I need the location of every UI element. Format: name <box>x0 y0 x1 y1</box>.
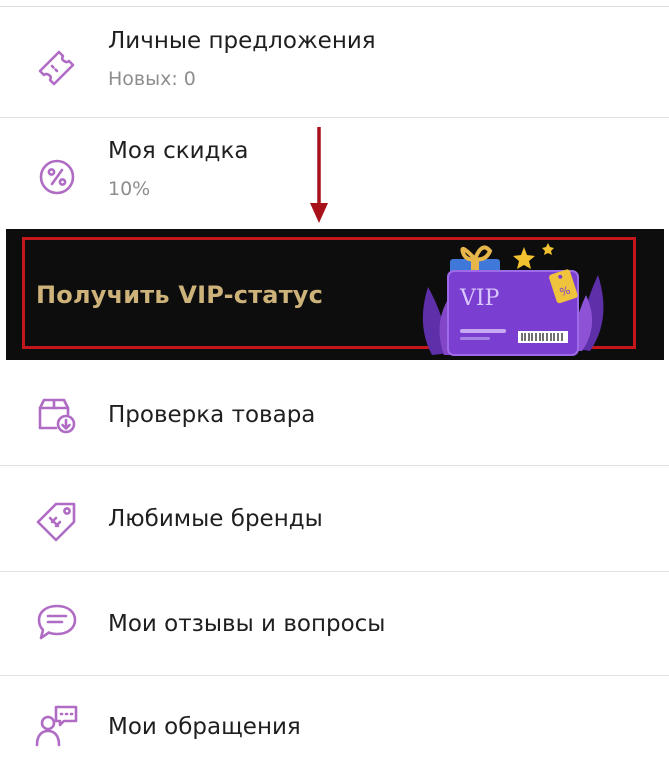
menu-item-discount[interactable]: Моя скидка 10% <box>0 128 669 226</box>
box-download-icon <box>34 392 80 438</box>
chat-icon <box>34 600 80 646</box>
menu-item-brands[interactable]: Любимые бренды <box>0 466 669 570</box>
offers-subtitle: Новых: 0 <box>108 68 196 90</box>
vip-banner[interactable]: Получить VIP-статус VIP % <box>6 229 664 360</box>
product-check-title: Проверка товара <box>108 402 316 428</box>
vip-card-illustration: VIP % <box>422 243 604 356</box>
menu-item-product-check[interactable]: Проверка товара <box>0 364 669 464</box>
ticket-icon <box>34 44 80 90</box>
divider <box>0 117 669 118</box>
menu-item-requests[interactable]: Мои обращения <box>0 676 669 777</box>
percent-icon <box>34 154 80 200</box>
support-icon <box>34 703 80 749</box>
vip-label: Получить VIP-статус <box>36 281 324 309</box>
offers-title: Личные предложения <box>108 28 376 54</box>
reviews-title: Мои отзывы и вопросы <box>108 611 386 637</box>
top-divider <box>0 6 669 7</box>
menu-item-reviews[interactable]: Мои отзывы и вопросы <box>0 572 669 674</box>
vip-card-text: VIP <box>459 286 500 311</box>
requests-title: Мои обращения <box>108 714 301 740</box>
arrow-down-icon <box>310 127 328 223</box>
menu-item-offers[interactable]: Личные предложения Новых: 0 <box>0 18 669 116</box>
discount-subtitle: 10% <box>108 178 151 200</box>
discount-title: Моя скидка <box>108 138 249 164</box>
tag-icon <box>34 496 80 542</box>
brands-title: Любимые бренды <box>108 506 323 532</box>
